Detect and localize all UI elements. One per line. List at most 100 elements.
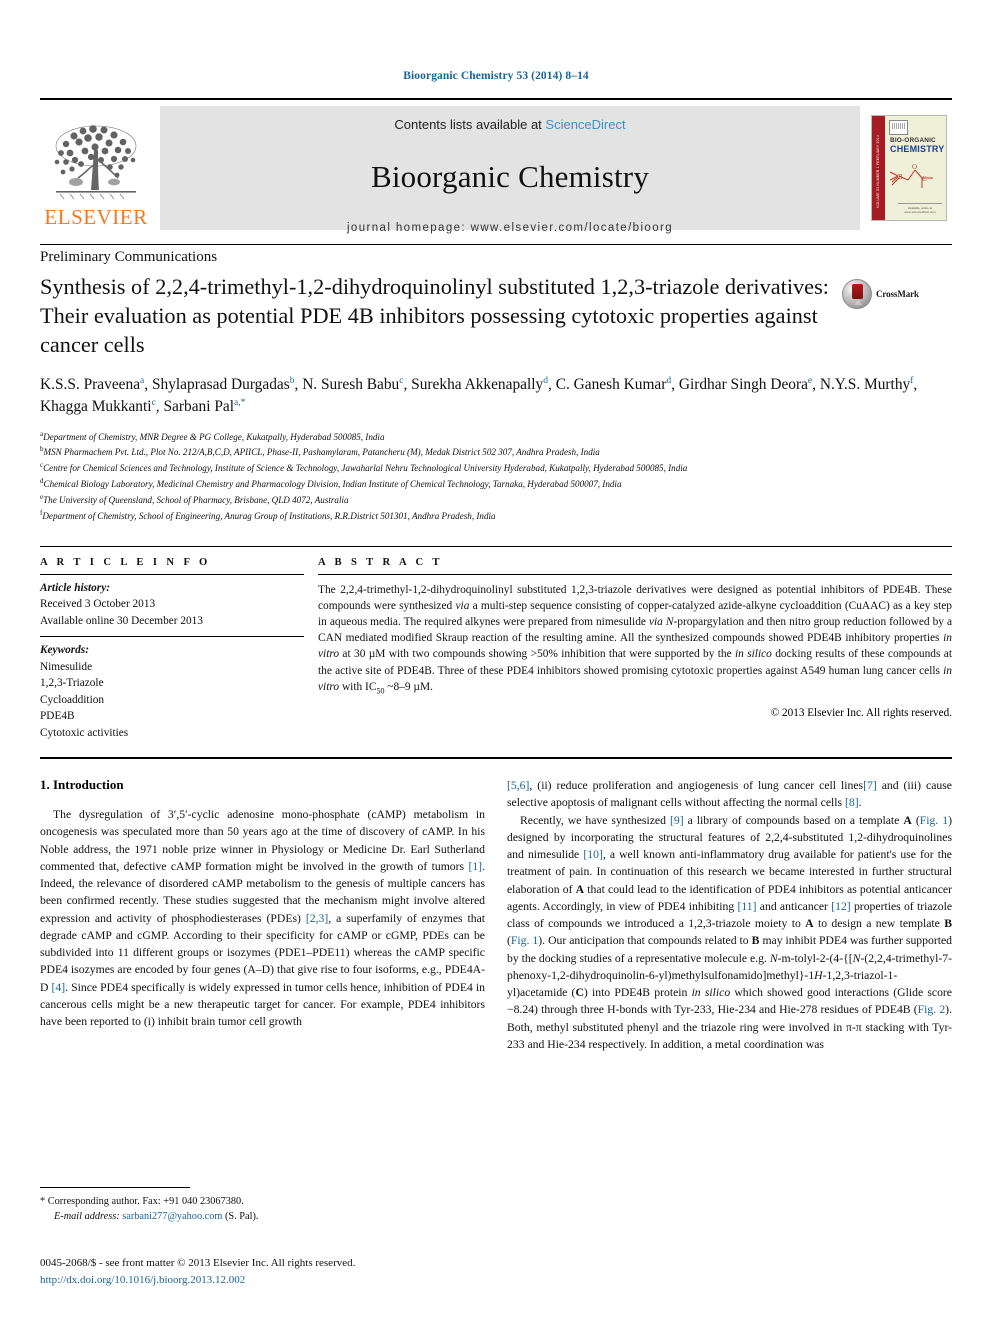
elsevier-logo: ELSEVIER	[40, 106, 152, 230]
footnote-star: *	[40, 1196, 46, 1207]
author-affiliation-mark: b	[289, 375, 295, 386]
author-affiliation-mark: c	[151, 398, 156, 409]
cover-spine: VOLUME 53 NUMBER 1 FEBRUARY 2014	[872, 116, 885, 220]
abstract-copyright: © 2013 Elsevier Inc. All rights reserved…	[770, 707, 952, 720]
affiliation-mark: c	[40, 461, 44, 470]
affiliation-mark: e	[40, 492, 44, 501]
author-affiliation-mark: d	[666, 375, 672, 386]
author-name: K.S.S. Praveena	[40, 375, 141, 393]
introduction-heading: 1. Introduction	[40, 777, 124, 793]
citation-ref[interactable]: [12]	[831, 900, 850, 913]
contents-prefix: Contents lists available at	[394, 117, 546, 132]
title-row: Synthesis of 2,2,4-trimethyl-1,2-dihydro…	[40, 273, 952, 360]
article-page: Bioorganic Chemistry 53 (2014) 8–14 ELSE…	[0, 0, 992, 1323]
crossmark-label: CrossMark	[876, 289, 919, 299]
body-column-right: [5,6], (ii) reduce proliferation and ang…	[507, 777, 952, 1053]
corresponding-author-footnote: * Corresponding author. Fax: +91 040 230…	[40, 1187, 467, 1225]
journal-homepage-link[interactable]: journal homepage: www.elsevier.com/locat…	[347, 222, 673, 234]
affiliation-item: bMSN Pharmachem Pvt. Ltd., Plot No. 212/…	[40, 445, 600, 458]
figure-ref[interactable]: Fig. 1	[920, 814, 948, 827]
citation-ref[interactable]: [5,6]	[507, 779, 529, 792]
author-affiliation-mark: a	[140, 375, 145, 386]
svg-text:B: B	[898, 173, 903, 181]
keyword-item: Cycloaddition	[40, 693, 105, 706]
cover-title-line1: BIO-ORGANIC	[890, 137, 936, 144]
cover-title-line2: CHEMISTRY	[890, 144, 945, 154]
elsevier-tree-icon	[54, 125, 137, 200]
figure-ref[interactable]: Fig. 1	[511, 934, 538, 947]
email-label: E-mail address:	[54, 1211, 120, 1223]
affiliation-item: cCentre for Chemical Sciences and Techno…	[40, 461, 688, 474]
author-name: C. Ganesh Kumar	[555, 375, 667, 393]
author-name: N. Suresh Babu	[302, 375, 400, 393]
doi-link[interactable]: http://dx.doi.org/10.1016/j.bioorg.2013.…	[40, 1272, 740, 1289]
author-list: K.S.S. Praveenaa, Shylaprasad Durgadasb,…	[40, 375, 918, 416]
article-body: 1. Introduction The dysregulation of 3′,…	[40, 777, 952, 1053]
footnote-corresponding-text: Corresponding author. Fax: +91 040 23067…	[47, 1196, 244, 1207]
article-history-label: Article history:	[40, 581, 110, 594]
abstract-header: A B S T R A C T	[318, 556, 443, 568]
article-history-available: Available online 30 December 2013	[40, 614, 203, 627]
body-paragraph: [5,6], (ii) reduce proliferation and ang…	[507, 779, 952, 810]
journal-masthead: ELSEVIER Contents lists available at Sci…	[40, 98, 952, 234]
contents-available-line: Contents lists available at ScienceDirec…	[394, 117, 625, 132]
article-info-abstract-block: A R T I C L E I N F O Article history: R…	[40, 545, 952, 748]
article-info-column: A R T I C L E I N F O Article history: R…	[40, 557, 318, 748]
cover-footer-text: Available online at www.sciencedirect.co…	[898, 203, 942, 214]
affiliation-mark: d	[40, 477, 44, 486]
author-name: Surekha Akkenapally	[411, 375, 544, 393]
issn-copyright-line: 0045-2068/$ - see front matter © 2013 El…	[40, 1257, 356, 1269]
svg-text:C: C	[922, 175, 927, 183]
masthead-banner: Contents lists available at ScienceDirec…	[160, 106, 860, 234]
abstract-text: The 2,2,4-trimethyl-1,2-dihydroquinoliny…	[318, 583, 952, 696]
author-affiliation-mark: f	[910, 375, 914, 386]
page-footer: 0045-2068/$ - see front matter © 2013 El…	[40, 1255, 740, 1288]
citation-ref[interactable]: [1]	[468, 860, 482, 873]
keyword-item: 1,2,3-Triazole	[40, 677, 104, 690]
journal-cover-thumbnail: VOLUME 53 NUMBER 1 FEBRUARY 2014 BIO-ORG…	[866, 106, 952, 230]
citation-ref[interactable]: [9]	[670, 814, 684, 827]
author-affiliation-mark: c	[399, 375, 404, 386]
author-name: Girdhar Singh Deora	[678, 375, 808, 393]
figure-ref[interactable]: Fig. 2	[918, 1003, 946, 1016]
article-section-type: Preliminary Communications	[40, 249, 218, 265]
article-info-header: A R T I C L E I N F O	[40, 556, 211, 568]
journal-cover-image: VOLUME 53 NUMBER 1 FEBRUARY 2014 BIO-ORG…	[871, 115, 947, 221]
affiliation-mark: b	[40, 445, 44, 454]
abstract-bottom-rule	[40, 757, 952, 760]
affiliation-item: eThe University of Queensland, School of…	[40, 492, 349, 506]
author-name: N.Y.S. Murthy	[819, 375, 911, 393]
footnote-rule	[40, 1187, 190, 1188]
author-affiliation-mark: a,*	[234, 398, 246, 409]
article-history-block: Article history: Received 3 October 2013…	[40, 575, 304, 636]
author-affiliation-mark: d	[543, 375, 548, 386]
citation-ref[interactable]: [10]	[583, 848, 602, 861]
affiliation-item: aDepartment of Chemistry, MNR Degree & P…	[40, 429, 385, 442]
affiliation-item: dChemical Biology Laboratory, Medicinal …	[40, 477, 622, 490]
author-name: Khagga Mukkanti	[40, 398, 152, 416]
affiliation-item: fDepartment of Chemistry, School of Engi…	[40, 508, 496, 521]
citation-ref[interactable]: [2,3]	[306, 912, 328, 925]
crossmark-badge-group[interactable]: CrossMark	[842, 273, 952, 309]
citation-ref[interactable]: [8]	[845, 796, 859, 809]
running-head: Bioorganic Chemistry 53 (2014) 8–14	[403, 70, 589, 82]
keyword-item: PDE4B	[40, 710, 75, 723]
body-paragraph: The dysregulation of 3′,5′-cyclic adenos…	[40, 808, 486, 1029]
crossmark-icon	[842, 279, 872, 309]
section-divider	[40, 244, 952, 245]
citation-ref[interactable]: [11]	[737, 900, 756, 913]
article-title: Synthesis of 2,2,4-trimethyl-1,2-dihydro…	[40, 274, 829, 357]
abstract-column: A B S T R A C T The 2,2,4-trimethyl-1,2-…	[318, 557, 952, 748]
email-link[interactable]: sarbani277@yahoo.com	[122, 1211, 222, 1222]
affiliation-list: aDepartment of Chemistry, MNR Degree & P…	[40, 429, 952, 524]
cover-chemical-structure-icon: B O C	[889, 163, 933, 188]
citation-ref[interactable]: [7]	[863, 779, 877, 792]
author-affiliation-mark: e	[807, 375, 813, 386]
email-suffix: (S. Pal).	[224, 1211, 259, 1223]
keyword-item: Nimesulide	[40, 660, 93, 673]
article-history-received: Received 3 October 2013	[40, 598, 156, 611]
elsevier-wordmark: ELSEVIER	[44, 205, 148, 229]
citation-ref[interactable]: [4]	[52, 981, 66, 994]
sciencedirect-link[interactable]: ScienceDirect	[545, 117, 625, 132]
footnote-line-1: * Corresponding author. Fax: +91 040 230…	[40, 1194, 467, 1209]
